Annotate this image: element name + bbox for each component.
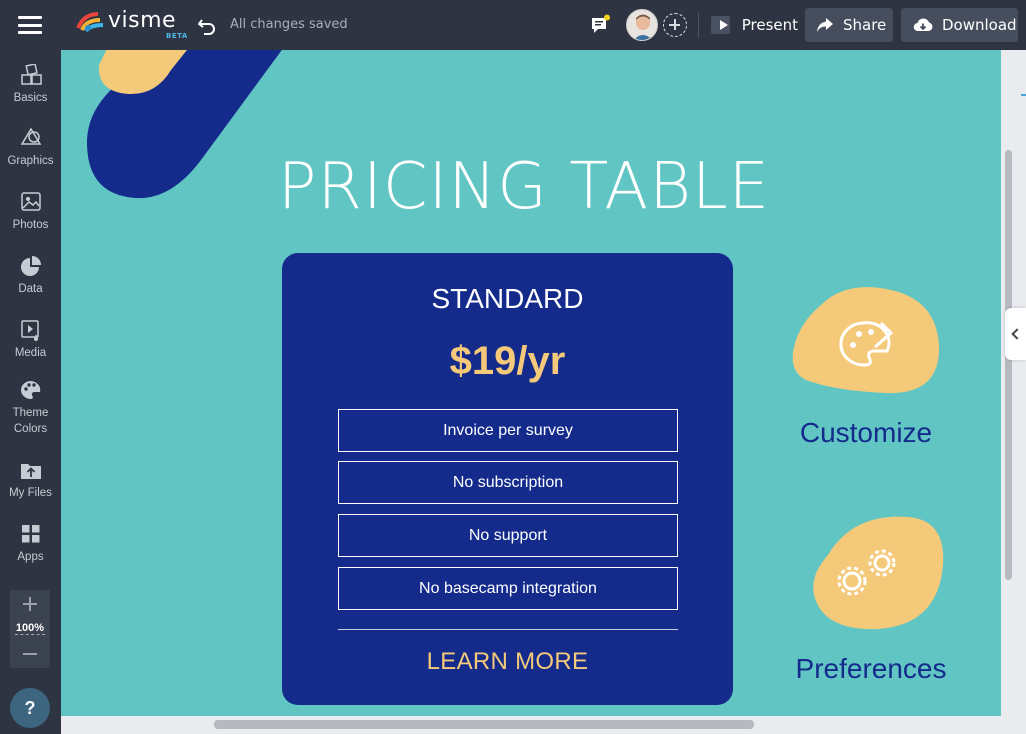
logo-text: visme — [108, 8, 177, 33]
slide-canvas[interactable]: PRICING TABLE STANDARD $19/yr Invoice pe… — [61, 50, 1001, 716]
palette-icon — [20, 381, 40, 399]
zoom-level[interactable]: 100% — [15, 622, 45, 635]
gears-icon — [813, 516, 944, 630]
pie-chart-icon — [20, 256, 41, 276]
preferences-label: Preferences — [795, 653, 947, 684]
plan-price: $19/yr — [449, 339, 566, 383]
sidebar-item-theme-colors[interactable]: Theme Colors — [0, 379, 61, 437]
share-label: Share — [843, 16, 887, 34]
editor-workspace: PRICING TABLE STANDARD $19/yr Invoice pe… — [61, 50, 1026, 734]
visme-logo[interactable]: visme BETA — [76, 8, 188, 42]
feature-item: Invoice per survey — [338, 409, 678, 452]
sidebar-label: Apps — [17, 551, 44, 563]
sidebar-item-my-files[interactable]: My Files — [0, 459, 61, 501]
page-title: PRICING TABLE — [277, 150, 771, 224]
grid-icon — [21, 525, 39, 543]
beta-badge: BETA — [166, 32, 188, 40]
download-button[interactable]: Download — [901, 8, 1018, 42]
sidebar-item-graphics[interactable]: Graphics — [0, 127, 61, 169]
sidebar-label: Theme Colors — [12, 407, 49, 435]
user-avatar-icon — [633, 14, 653, 40]
vertical-scrollbar[interactable] — [1005, 150, 1012, 580]
avatar[interactable] — [626, 9, 658, 41]
menu-icon[interactable] — [18, 16, 42, 34]
pricing-card: STANDARD $19/yr Invoice per survey No su… — [282, 253, 733, 705]
image-icon — [20, 192, 41, 211]
sidebar-label: Data — [18, 283, 43, 295]
sidebar-item-apps[interactable]: Apps — [0, 523, 61, 565]
feature-item: No subscription — [338, 461, 678, 504]
collapse-panel-button[interactable] — [1005, 308, 1026, 360]
panel-accent — [1021, 94, 1026, 96]
upload-icon — [20, 464, 41, 479]
sidebar-item-media[interactable]: Media — [0, 319, 61, 361]
sidebar-label: Photos — [12, 219, 49, 231]
sidebar-item-photos[interactable]: Photos — [0, 191, 61, 233]
zoom-out-icon[interactable] — [22, 646, 38, 662]
share-icon — [817, 18, 833, 32]
sidebar-label: Graphics — [7, 155, 54, 167]
play-icon — [711, 16, 730, 34]
header-divider — [698, 12, 699, 38]
undo-icon[interactable] — [196, 14, 218, 36]
comments-icon[interactable] — [590, 14, 612, 36]
download-label: Download — [942, 16, 1017, 34]
cloud-download-icon — [913, 18, 933, 32]
feature-item: No basecamp integration — [338, 567, 678, 610]
sidebar-item-basics[interactable]: Basics — [0, 64, 61, 106]
save-status: All changes saved — [230, 17, 348, 32]
customize-label: Customize — [799, 417, 933, 448]
share-button[interactable]: Share — [805, 8, 893, 42]
feature-item: No support — [338, 514, 678, 557]
sidebar-label: Media — [14, 347, 47, 359]
top-bar: visme BETA All changes saved Present Sha… — [0, 0, 1026, 50]
customize-feature: Customize — [786, 285, 946, 449]
present-label: Present — [741, 16, 798, 34]
sidebar-label: Basics — [13, 92, 48, 104]
sidebar-item-data[interactable]: Data — [0, 255, 61, 297]
add-collaborator-button[interactable] — [663, 13, 687, 37]
blocks-icon — [20, 64, 42, 85]
left-sidebar: Basics Graphics Photos Data Media Theme … — [0, 50, 61, 734]
shapes-icon — [20, 127, 41, 145]
present-button[interactable]: Present — [706, 8, 798, 42]
help-button[interactable]: ? — [10, 688, 50, 728]
zoom-in-icon[interactable] — [22, 596, 38, 612]
learn-more-button[interactable]: LEARN MORE — [282, 648, 733, 676]
plan-name: STANDARD — [431, 283, 584, 314]
media-icon — [20, 320, 39, 341]
palette-icon — [792, 287, 940, 394]
sidebar-label: My Files — [9, 487, 52, 499]
card-divider — [338, 629, 678, 630]
preferences-feature: Preferences — [786, 515, 956, 685]
visme-logo-mark — [76, 12, 104, 32]
zoom-control: 100% — [10, 590, 50, 668]
horizontal-scrollbar[interactable] — [214, 720, 754, 729]
